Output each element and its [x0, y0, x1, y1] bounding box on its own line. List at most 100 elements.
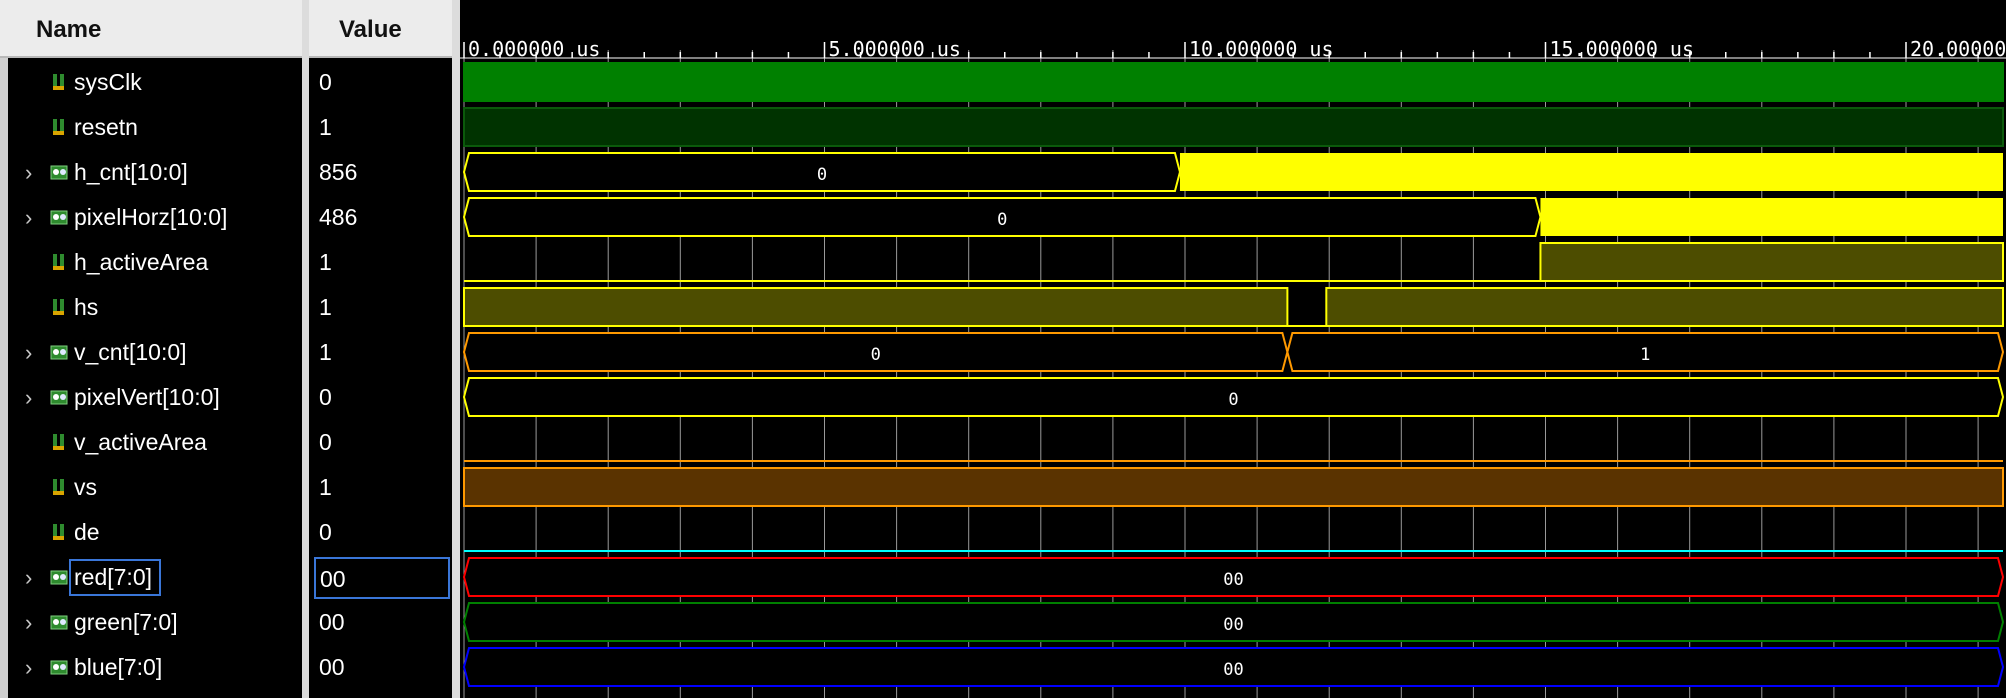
signal-value-cell[interactable]: 856	[309, 150, 452, 195]
bus-value-label: 0	[817, 165, 827, 185]
time-label: 15.000000 us	[1550, 37, 1695, 61]
signal-value-cell[interactable]: 0	[309, 420, 452, 465]
bit-signal-icon	[50, 252, 70, 274]
signal-row-sysclk[interactable]: sysClk	[8, 60, 302, 105]
signal-name: pixelHorz[10:0]	[74, 204, 228, 230]
signal-row-h_cnt[interactable]: › h_cnt[10:0]	[8, 150, 302, 195]
signal-value: 1	[319, 474, 332, 500]
signal-row-resetn[interactable]: resetn	[8, 105, 302, 150]
name-value-splitter[interactable]	[302, 0, 309, 698]
bus-value-label: 00	[1223, 570, 1243, 590]
signal-name: v_cnt[10:0]	[74, 339, 187, 365]
signal-value-cell[interactable]: 1	[309, 330, 452, 375]
value-column-header[interactable]: Value	[309, 0, 452, 58]
bit-signal-icon	[50, 477, 70, 499]
signal-name: green[7:0]	[74, 609, 178, 635]
signal-value: 00	[319, 609, 345, 635]
signal-name: hs	[74, 294, 99, 320]
signal-value-cell[interactable]: 00	[309, 600, 452, 645]
chevron-right-icon[interactable]: ›	[25, 340, 32, 366]
time-label: 5.000000 us	[829, 37, 961, 61]
wave-sysClk	[463, 62, 2004, 102]
signal-value-cell[interactable]: 00	[309, 645, 452, 690]
signal-value: 0	[319, 429, 332, 455]
wave-high-hs	[463, 287, 1289, 327]
name-header-label: Name	[36, 16, 102, 43]
signal-value: 0	[319, 69, 332, 95]
time-label: 0.000000 us	[468, 37, 600, 61]
signal-value: 856	[319, 159, 358, 185]
signal-name: sysClk	[74, 69, 142, 95]
signal-name: h_activeArea	[74, 249, 209, 275]
signal-value-cell[interactable]: 00	[314, 557, 450, 599]
signal-value: 00	[319, 654, 345, 680]
chevron-right-icon[interactable]: ›	[25, 385, 32, 411]
value-header-label: Value	[339, 16, 402, 43]
signal-name: de	[74, 519, 100, 545]
chevron-right-icon[interactable]: ›	[25, 205, 32, 231]
time-label: 10.000000 us	[1189, 37, 1334, 61]
bus-value-label: 0	[871, 345, 881, 365]
signal-value: 486	[319, 204, 358, 230]
bus-signal-icon	[50, 207, 70, 229]
signal-value-cell[interactable]: 1	[309, 105, 452, 150]
signal-value-cell[interactable]: 0	[309, 375, 452, 420]
signal-value: 1	[319, 249, 332, 275]
signal-value: 00	[320, 566, 346, 592]
signal-row-vs[interactable]: vs	[8, 465, 302, 510]
bus-value-label: 0	[997, 210, 1007, 230]
signal-value: 1	[319, 294, 332, 320]
bus-value-label: 0	[1228, 390, 1238, 410]
signal-value-cell[interactable]: 1	[309, 285, 452, 330]
signal-row-v_cnt[interactable]: › v_cnt[10:0]	[8, 330, 302, 375]
bus-value-label: 1	[1640, 345, 1650, 365]
signal-row-pixelhorz[interactable]: › pixelHorz[10:0]	[8, 195, 302, 240]
bit-signal-icon	[50, 297, 70, 319]
chevron-right-icon[interactable]: ›	[25, 610, 32, 636]
signal-name: h_cnt[10:0]	[74, 159, 188, 185]
signal-value-cell[interactable]: 486	[309, 195, 452, 240]
signal-value-cell[interactable]: 0	[309, 60, 452, 105]
signal-name: red[7:0]	[69, 559, 161, 596]
bit-signal-icon	[50, 432, 70, 454]
chevron-right-icon[interactable]: ›	[25, 655, 32, 681]
time-label: 20.00000	[1910, 37, 2006, 61]
signal-row-red[interactable]: › red[7:0]	[8, 555, 302, 600]
bus-value-label: 00	[1223, 615, 1243, 635]
wave-resetn	[463, 107, 2004, 147]
wave-bus-pixelHorz[10:0]	[1540, 198, 2003, 236]
waveform-canvas[interactable]: 0.000000 us 5.000000 us 10.000000 us 15.000…	[460, 0, 2006, 698]
signal-value: 1	[319, 339, 332, 365]
bus-signal-icon	[50, 342, 70, 364]
bit-signal-icon	[50, 72, 70, 94]
name-column-header[interactable]: Name	[0, 0, 302, 58]
bus-signal-icon	[50, 657, 70, 679]
signal-row-v_activearea[interactable]: v_activeArea	[8, 420, 302, 465]
wave-bus-h_cnt[10:0]	[1179, 153, 2003, 191]
signal-name: blue[7:0]	[74, 654, 163, 680]
signal-value-cell[interactable]: 0	[309, 510, 452, 555]
signal-row-hs[interactable]: hs	[8, 285, 302, 330]
signal-value-cell[interactable]: 1	[309, 240, 452, 285]
wave-high-vs	[463, 467, 2004, 507]
value-wave-splitter[interactable]	[452, 0, 460, 698]
signal-name: vs	[74, 474, 97, 500]
bus-signal-icon	[50, 567, 70, 589]
left-border	[0, 0, 8, 698]
chevron-right-icon[interactable]: ›	[25, 565, 32, 591]
signal-row-pixelvert[interactable]: › pixelVert[10:0]	[8, 375, 302, 420]
signal-value: 1	[319, 114, 332, 140]
signal-row-h_activearea[interactable]: h_activeArea	[8, 240, 302, 285]
chevron-right-icon[interactable]: ›	[25, 160, 32, 186]
signal-row-de[interactable]: de	[8, 510, 302, 555]
signal-value: 0	[319, 384, 332, 410]
wave-high-hs	[1325, 287, 2004, 327]
signal-value: 0	[319, 519, 332, 545]
wave-high-h_activeArea	[1539, 242, 2004, 282]
bus-value-label: 00	[1223, 660, 1243, 680]
signal-row-blue[interactable]: › blue[7:0]	[8, 645, 302, 690]
signal-value-cell[interactable]: 1	[309, 465, 452, 510]
bus-signal-icon	[50, 387, 70, 409]
signal-row-green[interactable]: › green[7:0]	[8, 600, 302, 645]
bit-signal-icon	[50, 117, 70, 139]
